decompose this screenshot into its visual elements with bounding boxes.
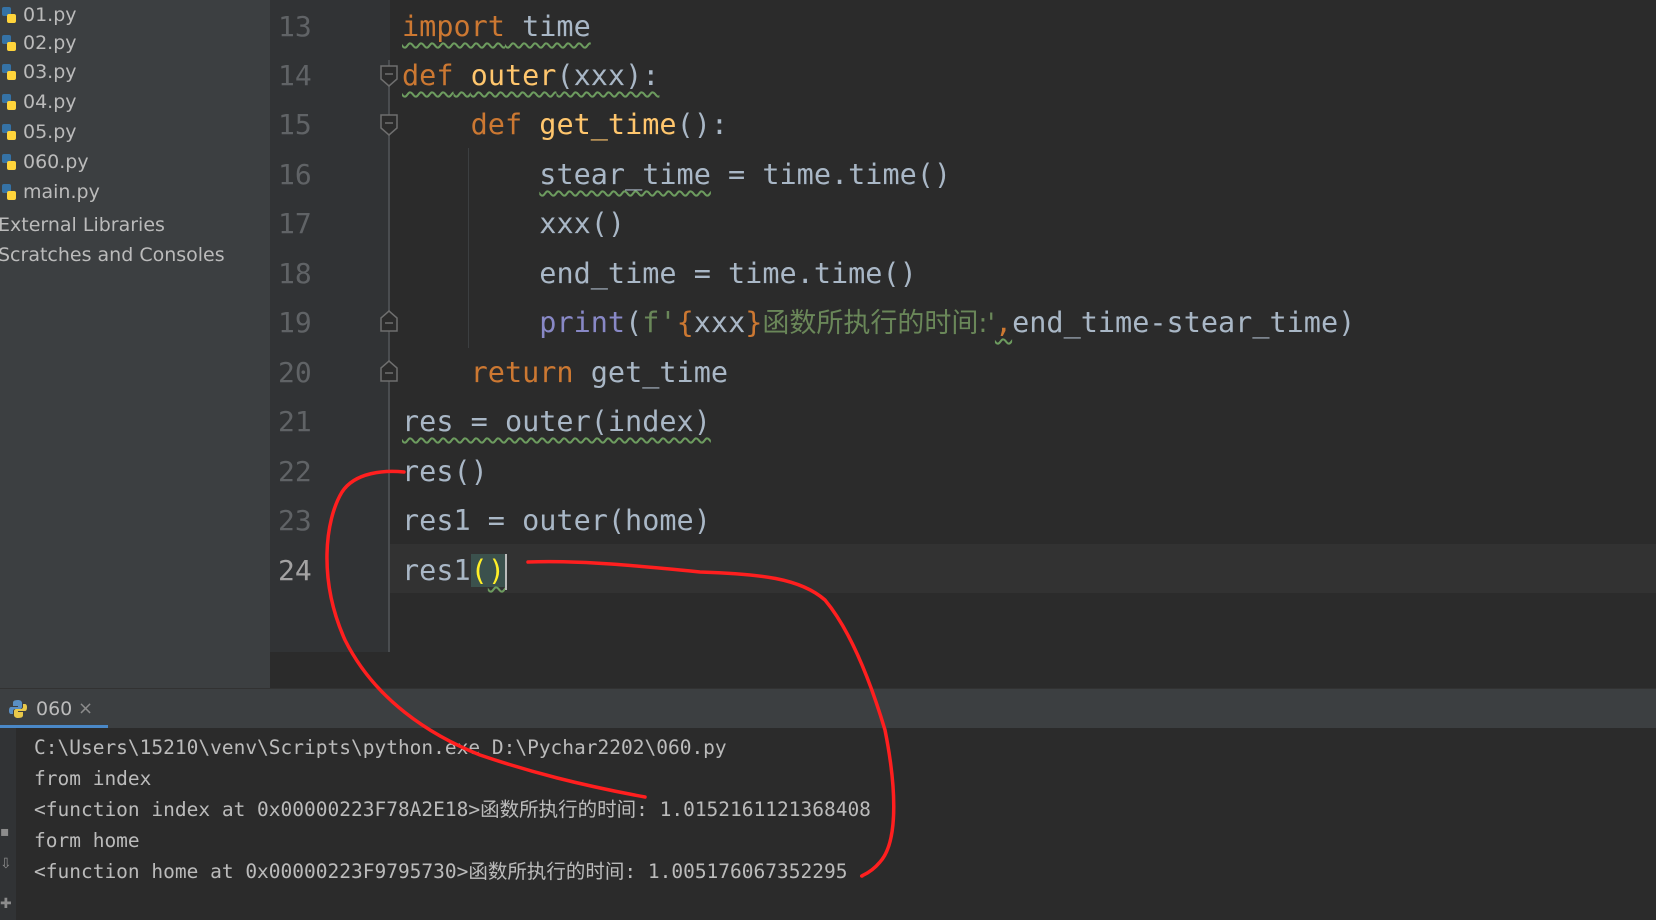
python-file-icon xyxy=(2,7,16,23)
string-literal: 函数所执行的时间:' xyxy=(762,308,995,339)
python-icon xyxy=(9,700,27,718)
tree-item-label: 03.py xyxy=(23,61,77,83)
line-number: 14 xyxy=(278,59,312,92)
keyword: import xyxy=(402,10,505,43)
code-text: end_time = time.time() xyxy=(539,257,917,290)
fold-end-icon[interactable] xyxy=(380,360,398,382)
code-line-17[interactable]: xxx() xyxy=(402,199,625,248)
line-number: 15 xyxy=(278,108,312,141)
run-tab-label: 060 xyxy=(36,698,73,720)
line-number: 22 xyxy=(278,455,312,488)
console-output-line: form home xyxy=(34,829,140,852)
scroll-to-end-icon[interactable]: ▪ xyxy=(0,824,14,842)
code-text: res1 = outer(home) xyxy=(402,504,711,537)
code-line-24[interactable]: res1() xyxy=(402,546,507,595)
function-name: get_time xyxy=(539,108,677,141)
code-line-19[interactable]: print(f'{xxx}函数所执行的时间:',end_time-stear_t… xyxy=(402,298,1355,347)
run-tab[interactable]: 060 × xyxy=(0,689,108,729)
console-output-line: <function home at 0x00000223F9795730>函数所… xyxy=(34,860,848,883)
code-text: ( xyxy=(625,306,643,339)
python-file-icon xyxy=(2,35,16,51)
code-text: time xyxy=(504,10,591,43)
line-number: 17 xyxy=(278,207,312,240)
code-text: get_time xyxy=(573,356,729,389)
code-line-21[interactable]: res = outer(index) xyxy=(402,397,711,446)
console-toolbar: ▪ ⇩ ✚ xyxy=(0,728,16,920)
tree-item-label: 05.py xyxy=(23,121,77,143)
string-prefix: f' xyxy=(642,306,677,339)
line-number-active: 24 xyxy=(278,554,312,587)
line-number: 23 xyxy=(278,504,312,537)
tree-item-label: External Libraries xyxy=(0,214,165,236)
code-text: res() xyxy=(402,455,488,488)
fstring-expr: xxx xyxy=(693,306,746,339)
line-number: 20 xyxy=(278,356,312,389)
matched-paren: ( xyxy=(470,554,488,587)
line-number: 13 xyxy=(278,10,312,43)
keyword: def xyxy=(402,59,454,92)
run-tool-window-header: 060 × xyxy=(0,688,1656,729)
soft-wrap-icon[interactable]: ⇩ xyxy=(0,856,14,874)
line-number: 21 xyxy=(278,405,312,438)
fold-collapse-icon[interactable] xyxy=(380,65,398,87)
python-file-icon xyxy=(2,64,16,80)
code-line-16[interactable]: stear_time = time.time() xyxy=(402,150,951,199)
code-text: end_time-stear_time) xyxy=(1012,306,1356,339)
line-number: 16 xyxy=(278,158,312,191)
close-icon[interactable]: × xyxy=(78,689,93,729)
project-sidebar: 01.py 02.py 03.py 04.py 05.py 060.py mai… xyxy=(0,0,270,688)
tree-item-label: main.py xyxy=(23,181,100,203)
console-output-line: from index xyxy=(34,767,152,790)
keyword: def xyxy=(470,108,523,141)
fstring-brace: { xyxy=(676,306,694,339)
console-command-line: C:\Users\15210\venv\Scripts\python.exe D… xyxy=(34,736,727,759)
python-file-icon xyxy=(2,184,16,200)
line-number: 19 xyxy=(278,306,312,339)
code-text: res = outer(index) xyxy=(402,405,711,438)
matched-paren: ) xyxy=(487,554,505,587)
code-line-14[interactable]: def outer(xxx): xyxy=(402,51,659,100)
fold-collapse-icon[interactable] xyxy=(380,114,398,136)
code-line-23[interactable]: res1 = outer(home) xyxy=(402,496,711,545)
text-caret xyxy=(504,554,507,590)
code-line-13[interactable]: import time xyxy=(402,2,591,51)
code-text: xxx() xyxy=(539,207,626,240)
tree-item-label: 04.py xyxy=(23,91,77,113)
code-line-22[interactable]: res() xyxy=(402,447,488,496)
code-editor[interactable]: 13 14 15 16 17 18 19 20 21 22 23 24 impo… xyxy=(270,0,1656,688)
code-text: res1 xyxy=(402,554,471,587)
console-output-line: <function index at 0x00000223F78A2E18>函数… xyxy=(34,798,871,821)
python-file-icon xyxy=(2,154,16,170)
keyword: return xyxy=(470,356,574,389)
print-icon[interactable]: ✚ xyxy=(0,896,14,914)
tree-item-label: 02.py xyxy=(23,32,77,54)
comma: , xyxy=(994,306,1013,339)
code-line-18[interactable]: end_time = time.time() xyxy=(402,249,917,298)
tree-item-label: 060.py xyxy=(23,151,89,173)
python-file-icon xyxy=(2,124,16,140)
code-text: (): xyxy=(676,108,729,141)
function-name: outer xyxy=(470,59,557,92)
fold-guide xyxy=(388,60,390,652)
current-line-highlight xyxy=(390,544,1656,593)
run-console[interactable]: ▪ ⇩ ✚ C:\Users\15210\venv\Scripts\python… xyxy=(0,728,1656,920)
code-text: = time.time() xyxy=(710,158,952,191)
fstring-brace: } xyxy=(745,306,763,339)
code-text: (xxx): xyxy=(556,59,660,92)
line-number: 18 xyxy=(278,257,312,290)
python-file-icon xyxy=(2,94,16,110)
tree-item-label: 01.py xyxy=(23,4,77,26)
builtin-name: print xyxy=(539,306,626,339)
code-line-20[interactable]: return get_time xyxy=(402,348,728,397)
fold-end-icon[interactable] xyxy=(380,310,398,332)
variable: stear_time xyxy=(539,158,711,191)
tree-item-label: Scratches and Consoles xyxy=(0,244,225,266)
code-line-15[interactable]: def get_time(): xyxy=(402,100,728,149)
